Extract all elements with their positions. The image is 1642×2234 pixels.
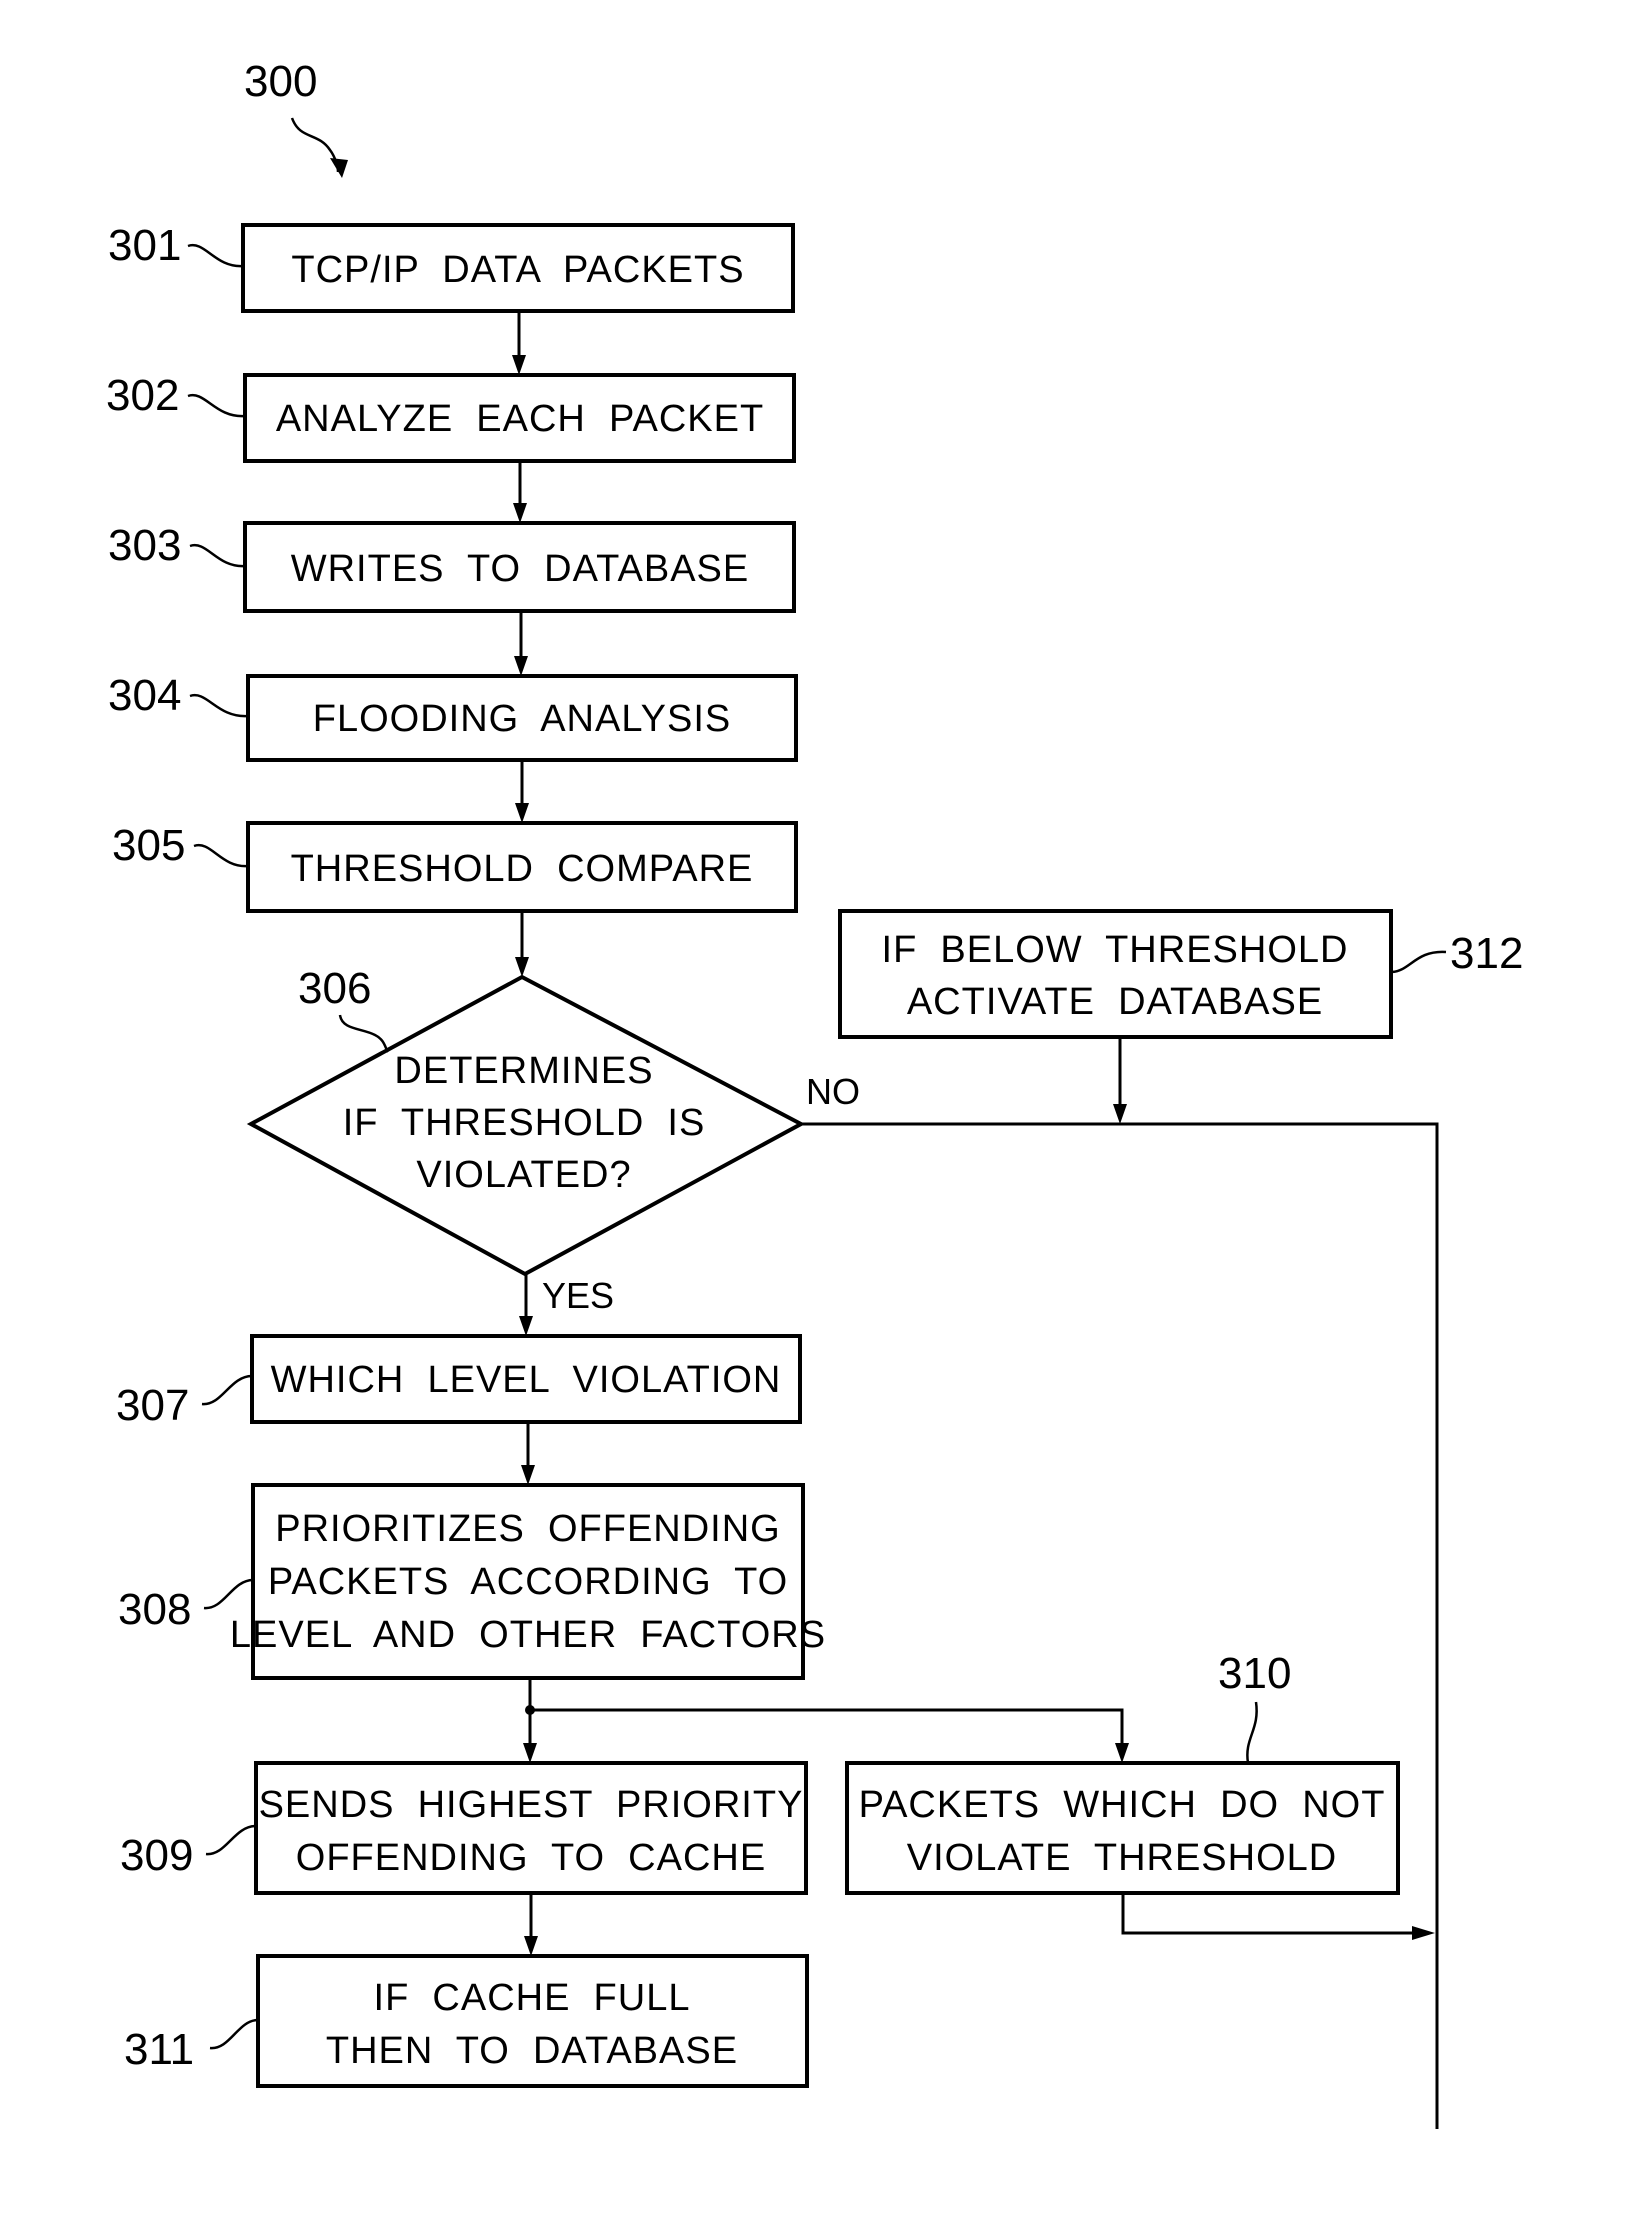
arrowhead [519, 1316, 533, 1336]
arrowhead [514, 656, 528, 676]
branch-no-label: NO [806, 1071, 860, 1112]
step-text: THRESHOLD COMPARE [291, 848, 754, 890]
ref-leader [203, 1578, 254, 1610]
step-305: THRESHOLD COMPARE 305 [112, 821, 798, 913]
step-ref-label: 304 [108, 671, 181, 720]
step-307: WHICH LEVEL VIOLATION 307 [116, 1334, 802, 1430]
arrowhead [1412, 1926, 1435, 1940]
ref-leader [201, 1374, 253, 1406]
step-ref-label: 311 [124, 2025, 194, 2074]
step-ref-label: 310 [1218, 1649, 1291, 1698]
ref-leader [205, 1824, 257, 1856]
connector-310-bus [1121, 1893, 1417, 1935]
step-text-line-1: SENDS HIGHEST PRIORITY [259, 1784, 804, 1826]
step-text-line-2: OFFENDING TO CACHE [296, 1837, 766, 1879]
step-311: IF CACHE FULL THEN TO DATABASE 311 [124, 1954, 809, 2088]
arrowhead [512, 355, 526, 375]
arrowhead [523, 1743, 537, 1763]
figure-ref-arrowhead [330, 158, 348, 178]
ref-leader [209, 2018, 259, 2050]
decision-306: DETERMINES IF THRESHOLD IS VIOLATED? 306… [246, 964, 860, 1316]
figure-ref-label: 300 [244, 57, 317, 106]
step-text: ANALYZE EACH PACKET [276, 398, 764, 440]
connector-no-branch [801, 1122, 1439, 2129]
step-text-line-2: PACKETS ACCORDING TO [268, 1561, 788, 1603]
step-text-line-1: PRIORITIZES OFFENDING [275, 1508, 780, 1550]
ref-leader [187, 243, 244, 268]
step-301: TCP/IP DATA PACKETS 301 [108, 221, 795, 313]
ref-leader [1390, 950, 1447, 974]
decision-ref-label: 306 [298, 964, 371, 1013]
ref-leader [1246, 1701, 1258, 1764]
ref-leader [338, 1014, 390, 1053]
step-text-line-2: VIOLATE THRESHOLD [907, 1837, 1337, 1879]
step-304: FLOODING ANALYSIS 304 [108, 671, 798, 762]
step-text-line-3: LEVEL AND OTHER FACTORS [230, 1614, 826, 1656]
arrowhead [521, 1465, 535, 1485]
arrowhead [1113, 1104, 1127, 1124]
step-ref-label: 307 [116, 1381, 189, 1430]
arrowhead [513, 503, 527, 523]
step-309: SENDS HIGHEST PRIORITY OFFENDING TO CACH… [120, 1761, 808, 1895]
step-text: FLOODING ANALYSIS [313, 698, 732, 740]
arrowhead [515, 803, 529, 823]
step-ref-label: 301 [108, 221, 181, 270]
decision-text-line-1: DETERMINES [394, 1050, 653, 1092]
step-ref-label: 308 [118, 1585, 191, 1634]
ref-leader [193, 843, 249, 868]
decision-text-line-2: IF THRESHOLD IS [343, 1102, 706, 1144]
step-text-line-2: ACTIVATE DATABASE [907, 981, 1323, 1023]
flowchart: 300 TCP/IP DATA PACKETS 301 ANALYZE EACH… [106, 57, 1523, 2129]
step-text-line-1: IF BELOW THRESHOLD [882, 929, 1349, 971]
step-text: WHICH LEVEL VIOLATION [271, 1359, 782, 1401]
ref-leader [189, 693, 249, 718]
step-text-line-2: THEN TO DATABASE [326, 2030, 738, 2072]
step-ref-label: 309 [120, 1831, 193, 1880]
arrowhead [1115, 1743, 1129, 1763]
step-312: IF BELOW THRESHOLD ACTIVATE DATABASE 312 [838, 909, 1523, 1039]
step-310: PACKETS WHICH DO NOT VIOLATE THRESHOLD 3… [845, 1649, 1400, 1895]
step-308: PRIORITIZES OFFENDING PACKETS ACCORDING … [118, 1483, 826, 1680]
figure-ref-leader [290, 117, 340, 173]
ref-leader [189, 543, 246, 568]
step-ref-label: 305 [112, 821, 185, 870]
connector-308-310 [530, 1708, 1124, 1748]
step-text: TCP/IP DATA PACKETS [291, 249, 744, 291]
step-text: WRITES TO DATABASE [291, 548, 749, 590]
step-ref-label: 303 [108, 521, 181, 570]
decision-text-line-3: VIOLATED? [416, 1154, 631, 1196]
step-302: ANALYZE EACH PACKET 302 [106, 371, 796, 463]
arrowhead [524, 1936, 538, 1956]
step-303: WRITES TO DATABASE 303 [108, 521, 796, 613]
step-text-line-1: IF CACHE FULL [374, 1977, 691, 2019]
step-ref-label: 312 [1450, 929, 1523, 978]
branch-yes-label: YES [542, 1275, 614, 1316]
ref-leader [187, 393, 246, 418]
arrowhead [515, 957, 529, 977]
step-ref-label: 302 [106, 371, 179, 420]
step-text-line-1: PACKETS WHICH DO NOT [859, 1784, 1386, 1826]
